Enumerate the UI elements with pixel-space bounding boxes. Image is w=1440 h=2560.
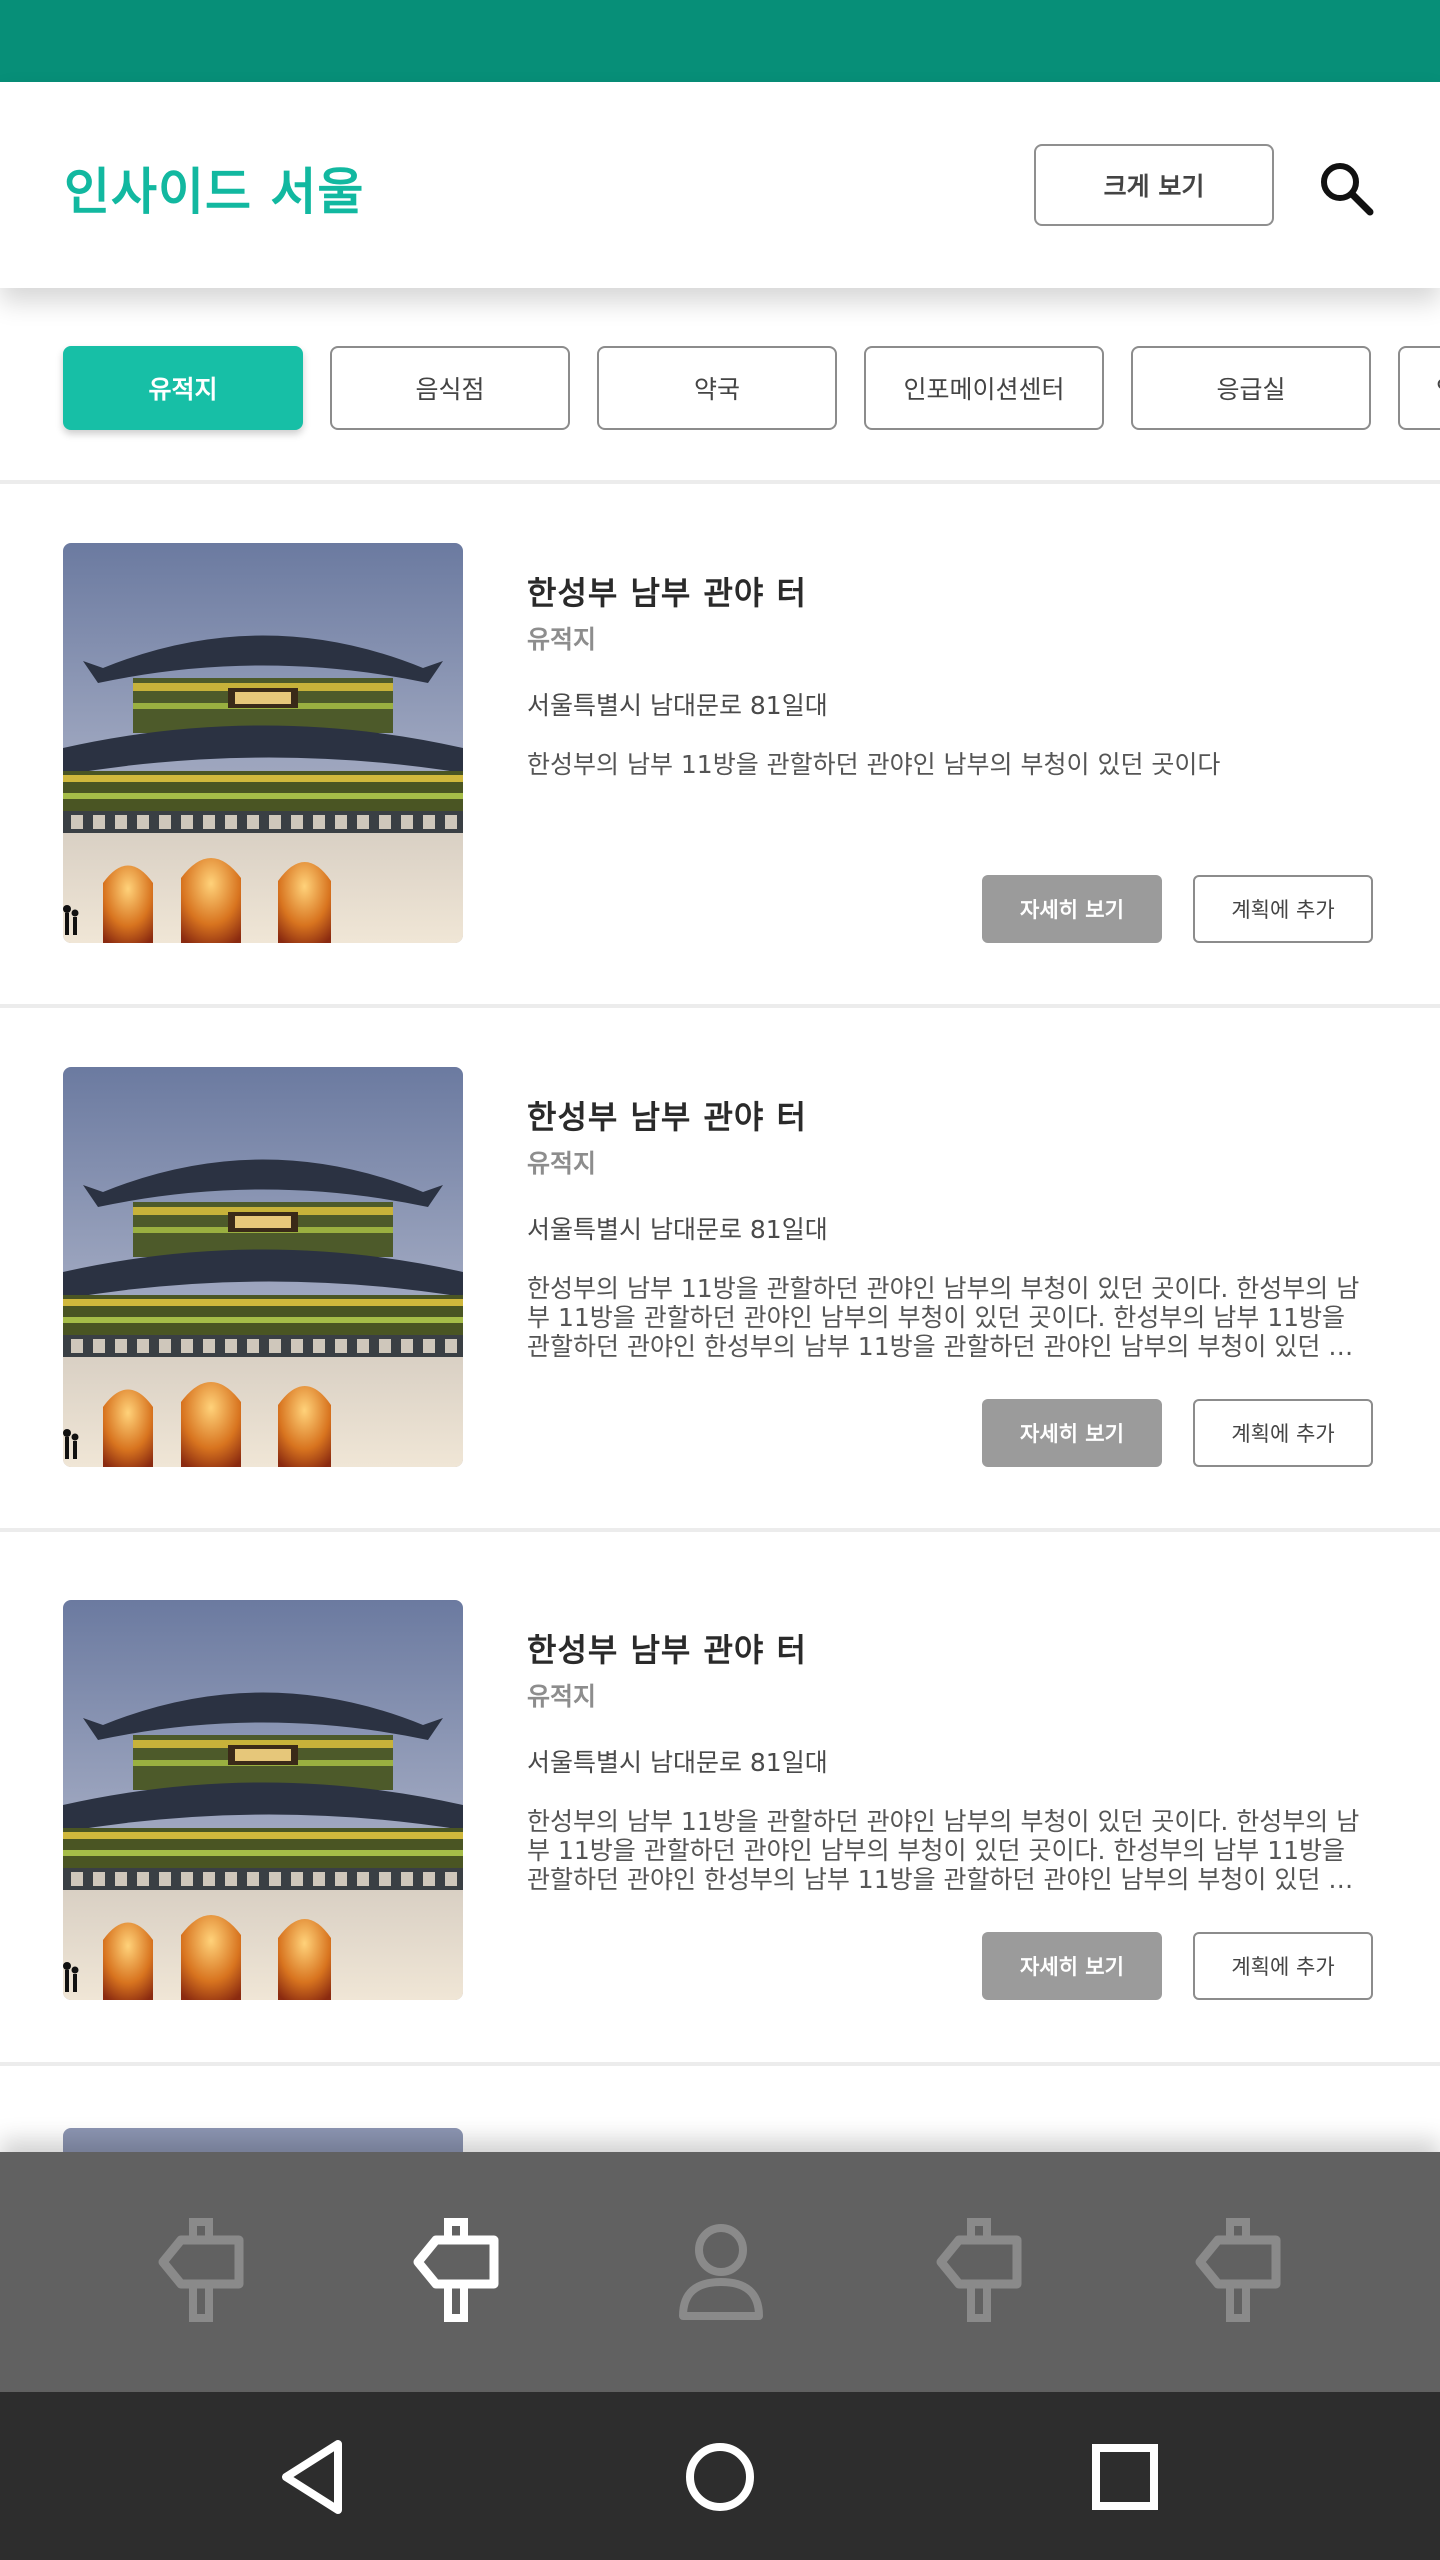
place-thumbnail[interactable] — [63, 543, 463, 943]
person-icon[interactable] — [666, 2216, 776, 2326]
home-icon[interactable] — [675, 2432, 765, 2522]
place-title: 한성부 남부 관야 터 — [527, 1098, 807, 1136]
recents-icon[interactable] — [1080, 2432, 1170, 2522]
view-details-button[interactable]: 자세히 보기 — [982, 1932, 1162, 2000]
place-category: 유적지 — [527, 625, 597, 654]
place-address: 서울특별시 남대문로 81일대 — [527, 1215, 828, 1244]
place-category: 유적지 — [527, 1149, 597, 1178]
filter-chip-pharmacies[interactable]: 약국 — [597, 346, 837, 430]
add-to-plan-button[interactable]: 계획에 추가 — [1193, 1399, 1373, 1467]
status-bar — [0, 0, 1440, 82]
filter-chip-partial[interactable]: 약 — [1398, 346, 1440, 430]
back-icon[interactable] — [270, 2432, 360, 2522]
place-description: 한성부의 남부 11방을 관할하던 관야인 남부의 부청이 있던 곳이다. 한성… — [527, 1807, 1360, 1894]
place-card[interactable]: 한성부 남부 관야 터 유적지 서울특별시 남대문로 81일대 한성부의 남부 … — [0, 1008, 1440, 1528]
place-category: 유적지 — [527, 1682, 597, 1711]
signpost-icon[interactable] — [143, 2216, 253, 2326]
add-to-plan-button[interactable]: 계획에 추가 — [1193, 875, 1373, 943]
place-description: 한성부의 남부 11방을 관할하던 관야인 남부의 부청이 있던 곳이다. 한성… — [527, 1274, 1360, 1361]
place-title: 한성부 남부 관야 터 — [527, 574, 807, 612]
place-title: 한성부 남부 관야 터 — [527, 1631, 807, 1669]
place-card[interactable]: 한성부 남부 관야 터 유적지 서울특별시 남대문로 81일대 한성부의 남부 … — [0, 484, 1440, 1004]
app-header: 인사이드 서울 크게 보기 — [0, 82, 1440, 288]
place-card[interactable]: 한성부 남부 관야 터 유적지 서울특별시 남대문로 81일대 한성부의 남부 … — [0, 1532, 1440, 2052]
zoom-view-button[interactable]: 크게 보기 — [1034, 144, 1274, 226]
signpost-icon[interactable] — [921, 2216, 1031, 2326]
filter-chip-restaurants[interactable]: 음식점 — [330, 346, 570, 430]
signpost-icon[interactable] — [1180, 2216, 1290, 2326]
filter-chip-information-center[interactable]: 인포메이션센터 — [864, 346, 1104, 430]
divider — [0, 2062, 1440, 2066]
bottom-navigation — [0, 2152, 1440, 2392]
system-navigation-bar — [0, 2392, 1440, 2560]
place-address: 서울특별시 남대문로 81일대 — [527, 1748, 828, 1777]
place-description: 한성부의 남부 11방을 관할하던 관야인 남부의 부청이 있던 곳이다 — [527, 750, 1221, 779]
filter-chip-historic-sites[interactable]: 유적지 — [63, 346, 303, 430]
place-thumbnail[interactable] — [63, 1600, 463, 2000]
add-to-plan-button[interactable]: 계획에 추가 — [1193, 1932, 1373, 2000]
view-details-button[interactable]: 자세히 보기 — [982, 875, 1162, 943]
place-thumbnail[interactable] — [63, 1067, 463, 1467]
app-title: 인사이드 서울 — [64, 163, 365, 221]
search-icon[interactable] — [1316, 158, 1376, 218]
place-address: 서울특별시 남대문로 81일대 — [527, 691, 828, 720]
category-filter-bar: 유적지 음식점 약국 인포메이션센터 응급실 약 — [0, 288, 1440, 482]
filter-chip-emergency-room[interactable]: 응급실 — [1131, 346, 1371, 430]
signpost-icon[interactable] — [398, 2216, 508, 2326]
view-details-button[interactable]: 자세히 보기 — [982, 1399, 1162, 1467]
